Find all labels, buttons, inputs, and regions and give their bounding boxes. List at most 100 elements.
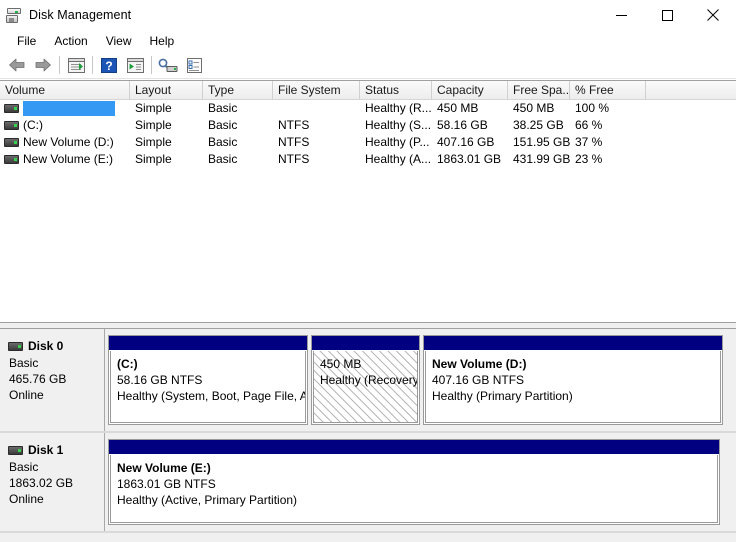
disk-drive-icon	[8, 445, 23, 455]
partition-usage-bar	[109, 336, 307, 351]
disk-type: Basic	[9, 460, 39, 474]
graphical-disk-view: Disk 0 Basic 465.76 GB Online (C:) 58.16 GB N…	[0, 329, 736, 542]
cell-type: Basic	[208, 101, 238, 115]
partition-status: Healthy (Primary Partition)	[432, 389, 573, 403]
table-row[interactable]: Simple Basic Healthy (R... 450 MB 450 MB 100 …	[0, 100, 736, 117]
column-header-file-system[interactable]: File System	[273, 81, 360, 99]
back-arrow-icon[interactable]	[5, 54, 29, 76]
rescan-disks-icon[interactable]	[156, 54, 180, 76]
cell-layout: Simple	[135, 152, 172, 166]
partition-label: New Volume (D:)	[432, 357, 527, 371]
cell-volume[interactable]: (C:)	[0, 118, 130, 133]
cell-type: Basic	[208, 135, 238, 149]
partition-block[interactable]: New Volume (D:) 407.16 GB NTFS Healthy (Pr…	[423, 335, 723, 425]
volume-list: Volume Layout Type File System Status Capacit…	[0, 80, 736, 322]
toolbar-separator	[92, 56, 93, 74]
volume-list-rows: Simple Basic Healthy (R... 450 MB 450 MB 100 …	[0, 100, 736, 168]
disk-drive-icon	[8, 341, 23, 351]
cell-percent-free: 37 %	[575, 135, 603, 149]
maximize-button[interactable]	[644, 0, 690, 30]
partition-status: Healthy (Active, Primary Partition)	[117, 493, 298, 507]
cell-free-space: 151.95 GB	[513, 135, 570, 149]
close-button[interactable]	[690, 0, 736, 30]
volume-label: (C:)	[23, 118, 43, 132]
partition-usage-bar	[424, 336, 722, 351]
disk-info[interactable]: Disk 1 Basic 1863.02 GB Online	[0, 433, 105, 531]
column-header-layout[interactable]: Layout	[130, 81, 203, 99]
menu-bar: File Action View Help	[0, 30, 736, 52]
window-controls	[598, 0, 736, 30]
cell-file-system: NTFS	[278, 152, 310, 166]
cell-layout: Simple	[135, 101, 172, 115]
properties-icon[interactable]	[182, 54, 206, 76]
forward-arrow-icon[interactable]	[31, 54, 55, 76]
partition-strip: (C:) 58.16 GB NTFS Healthy (System, Boot, …	[105, 329, 736, 431]
cell-file-system: NTFS	[278, 135, 310, 149]
menu-item-view[interactable]: View	[97, 32, 141, 50]
volume-label: New Volume (E:)	[23, 152, 114, 166]
cell-volume[interactable]: New Volume (E:)	[0, 152, 130, 167]
volume-drive-icon	[4, 121, 19, 130]
disk-state: Online	[9, 388, 44, 402]
column-header-volume[interactable]: Volume	[0, 81, 130, 99]
toolbar-separator	[151, 56, 152, 74]
menu-item-file[interactable]: File	[8, 32, 45, 50]
volume-label: New Volume (D:)	[23, 135, 114, 149]
menu-item-action[interactable]: Action	[45, 32, 96, 50]
disk-state: Online	[9, 492, 44, 506]
disk-panel: Disk 0 Basic 465.76 GB Online (C:) 58.16 GB N…	[0, 329, 736, 433]
partition-usage-bar	[312, 336, 419, 351]
toolbar-separator	[59, 56, 60, 74]
partition-block[interactable]: New Volume (E:) 1863.01 GB NTFS Healthy (A…	[108, 439, 720, 525]
column-header-blank[interactable]	[646, 81, 736, 99]
disk-info[interactable]: Disk 0 Basic 465.76 GB Online	[0, 329, 105, 431]
column-header--free[interactable]: % Free	[570, 81, 646, 99]
cell-status: Healthy (P...	[365, 135, 430, 149]
cell-file-system: NTFS	[278, 118, 310, 132]
table-row[interactable]: (C:) Simple Basic NTFS Healthy (S... 58.16 GB…	[0, 117, 736, 134]
cell-type: Basic	[208, 152, 238, 166]
disk-title: Disk 0	[8, 339, 104, 353]
partition-label: (C:)	[117, 357, 138, 371]
cell-status: Healthy (S...	[365, 118, 432, 132]
disk-title: Disk 1	[8, 443, 104, 457]
partition-details: 450 MB Healthy (Recovery	[313, 351, 418, 423]
partition-size: 407.16 GB NTFS	[432, 373, 525, 387]
toolbar: ?	[0, 52, 736, 79]
cell-status: Healthy (A...	[365, 152, 432, 166]
minimize-button[interactable]	[598, 0, 644, 30]
disk-panel: Disk 1 Basic 1863.02 GB Online New Volume (E…	[0, 433, 736, 533]
up-one-level-icon[interactable]	[64, 54, 88, 76]
cell-layout: Simple	[135, 118, 172, 132]
column-header-capacity[interactable]: Capacity	[432, 81, 508, 99]
window-title: Disk Management	[29, 8, 132, 22]
help-icon[interactable]: ?	[97, 54, 121, 76]
cell-volume[interactable]	[0, 101, 130, 116]
title-bar: Disk Management	[0, 0, 736, 30]
column-header-free-spa[interactable]: Free Spa...	[508, 81, 570, 99]
volume-drive-icon	[4, 138, 19, 147]
disk-drive-icon	[6, 7, 22, 23]
disk-size: 465.76 GB	[9, 372, 67, 386]
table-row[interactable]: New Volume (E:) Simple Basic NTFS Healthy (A…	[0, 151, 736, 168]
partition-details: New Volume (E:) 1863.01 GB NTFS Healthy (A…	[110, 455, 718, 523]
partition-block[interactable]: 450 MB Healthy (Recovery	[311, 335, 420, 425]
menu-item-help[interactable]: Help	[141, 32, 184, 50]
show-hide-console-tree-icon[interactable]	[123, 54, 147, 76]
table-row[interactable]: New Volume (D:) Simple Basic NTFS Healthy (P…	[0, 134, 736, 151]
cell-layout: Simple	[135, 135, 172, 149]
disk-type: Basic	[9, 356, 39, 370]
column-header-type[interactable]: Type	[203, 81, 273, 99]
column-header-status[interactable]: Status	[360, 81, 432, 99]
cell-free-space: 450 MB	[513, 101, 555, 115]
panel-splitter[interactable]	[0, 322, 736, 329]
partition-block[interactable]: (C:) 58.16 GB NTFS Healthy (System, Boot, …	[108, 335, 308, 425]
cell-free-space: 38.25 GB	[513, 118, 564, 132]
partition-size: 450 MB	[320, 357, 362, 371]
cell-capacity: 1863.01 GB	[437, 152, 502, 166]
partition-details: New Volume (D:) 407.16 GB NTFS Healthy (Pr…	[425, 351, 721, 423]
partition-usage-bar	[109, 440, 719, 455]
cell-volume[interactable]: New Volume (D:)	[0, 135, 130, 150]
cell-percent-free: 23 %	[575, 152, 603, 166]
partition-size: 58.16 GB NTFS	[117, 373, 203, 387]
